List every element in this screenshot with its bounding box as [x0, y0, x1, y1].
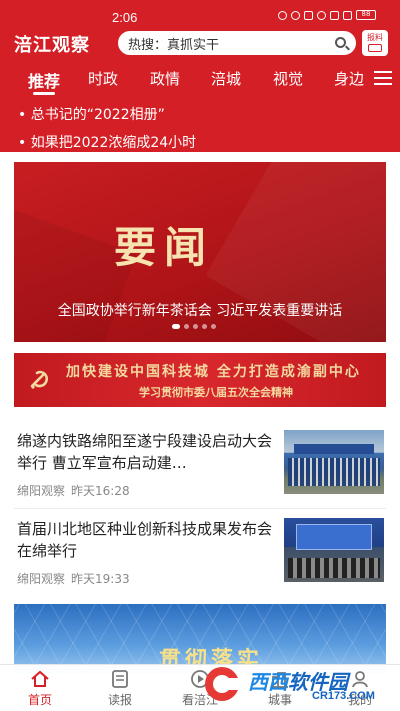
- newspaper-icon: [112, 670, 128, 688]
- top-bar: 涪江观察 热搜：真抓实干 报料: [0, 28, 400, 60]
- promo-banner[interactable]: 加快建设中国科技城 全力打造成渝副中心 学习贯彻市委八届五次全会精神: [14, 353, 386, 407]
- watermark-logo-icon: [205, 667, 240, 701]
- ticker-text: 总书记的“2022相册”: [30, 107, 165, 123]
- carousel-dot[interactable]: [211, 324, 216, 329]
- news-thumbnail: [284, 430, 384, 494]
- search-icon[interactable]: [335, 37, 346, 48]
- nav-newspaper[interactable]: 读报: [90, 669, 150, 708]
- carousel-dot[interactable]: [184, 324, 189, 329]
- nav-home[interactable]: 首页: [10, 669, 70, 708]
- report-label: 报料: [367, 33, 383, 42]
- signal-icon: [343, 10, 352, 20]
- carousel-dot[interactable]: [193, 324, 198, 329]
- tab-visual[interactable]: 视觉: [273, 68, 303, 89]
- banner-caption: 全国政协举行新年茶话会 习近平发表重要讲话: [57, 303, 343, 319]
- ticker-item[interactable]: • 如果把2022浓缩成24小时: [18, 132, 196, 152]
- banner-headline: 要闻: [113, 223, 214, 272]
- battery-icon: 88: [356, 10, 376, 20]
- news-item[interactable]: 首届川北地区种业创新科技成果发布会在绵举行 绵阳观察 昨天19:33: [0, 518, 400, 587]
- ticker-item[interactable]: • 总书记的“2022相册”: [18, 104, 165, 124]
- header: 2:06 88 涪江观察 热搜：真抓实干 报料 推荐 时政 政情 涪城 视觉 身…: [0, 0, 400, 152]
- news-meta: 绵阳观察 昨天16:28: [17, 482, 130, 499]
- bluetooth-icon: [304, 10, 313, 20]
- home-icon: [31, 670, 49, 687]
- wifi-icon: [330, 10, 339, 20]
- news-time: 昨天19:33: [71, 572, 130, 586]
- tab-nearby[interactable]: 身边: [334, 68, 364, 89]
- news-thumbnail: [284, 518, 384, 582]
- thumbnail-crowd: [288, 558, 380, 578]
- news-item[interactable]: 绵遂内铁路绵阳至遂宁段建设启动大会举行 曹立军宣布启动建… 绵阳观察 昨天16:2…: [0, 430, 400, 499]
- ticker-text: 如果把2022浓缩成24小时: [30, 135, 197, 151]
- thumbnail-crowd: [288, 458, 380, 486]
- promo-subtitle: 学习贯彻市委八届五次全会精神: [139, 386, 293, 399]
- app-screen: 2:06 88 涪江观察 热搜：真抓实干 报料 推荐 时政 政情 涪城 视觉 身…: [0, 0, 400, 711]
- status-time: 2:06: [112, 10, 138, 25]
- carousel-dot[interactable]: [172, 324, 180, 329]
- news-title: 绵遂内铁路绵阳至遂宁段建设启动大会举行 曹立军宣布启动建…: [17, 432, 273, 472]
- app-logo: 涪江观察: [14, 35, 90, 56]
- watermark: 西西 软件园 CR173.COM: [196, 662, 396, 706]
- tab-government[interactable]: 政情: [150, 68, 180, 89]
- featured-banner[interactable]: 要闻 全国政协举行新年茶话会 习近平发表重要讲话: [14, 162, 386, 342]
- alarm-icon: [278, 10, 287, 20]
- channel-tabs: 推荐 时政 政情 涪城 视觉 身边: [0, 62, 400, 96]
- alarm-icon: [291, 10, 300, 20]
- news-source: 绵阳观察: [17, 572, 66, 586]
- status-icons: 88: [278, 10, 376, 20]
- tv-icon: [368, 44, 382, 52]
- news-meta: 绵阳观察 昨天19:33: [17, 570, 130, 587]
- divider: [14, 508, 386, 509]
- promo-title: 加快建设中国科技城 全力打造成渝副中心: [66, 364, 361, 380]
- tab-fucheng[interactable]: 涪城: [211, 68, 241, 89]
- party-emblem-icon: [30, 370, 48, 389]
- watermark-domain: CR173.COM: [312, 690, 375, 702]
- menu-icon[interactable]: [374, 71, 392, 85]
- thumbnail-screen: [296, 524, 372, 550]
- nav-label: 首页: [27, 693, 52, 707]
- news-title: 首届川北地区种业创新科技成果发布会在绵举行: [17, 520, 273, 560]
- thumbnail-stage: [294, 444, 374, 454]
- search-hot-text: 热搜：真抓实干: [128, 37, 220, 53]
- news-source: 绵阳观察: [17, 484, 66, 498]
- watermark-brand: 西西: [248, 670, 288, 694]
- carousel-dot[interactable]: [202, 324, 207, 329]
- tab-recommend[interactable]: 推荐: [28, 68, 60, 92]
- search-bar[interactable]: 热搜：真抓实干: [118, 31, 356, 55]
- nav-label: 读报: [107, 693, 132, 707]
- tab-active-indicator: [33, 92, 55, 95]
- location-icon: [317, 10, 326, 20]
- carousel-dots: [172, 324, 216, 329]
- report-button[interactable]: 报料: [362, 30, 388, 56]
- status-bar: 2:06 88: [0, 0, 400, 28]
- tab-politics[interactable]: 时政: [88, 68, 118, 89]
- news-time: 昨天16:28: [71, 484, 130, 498]
